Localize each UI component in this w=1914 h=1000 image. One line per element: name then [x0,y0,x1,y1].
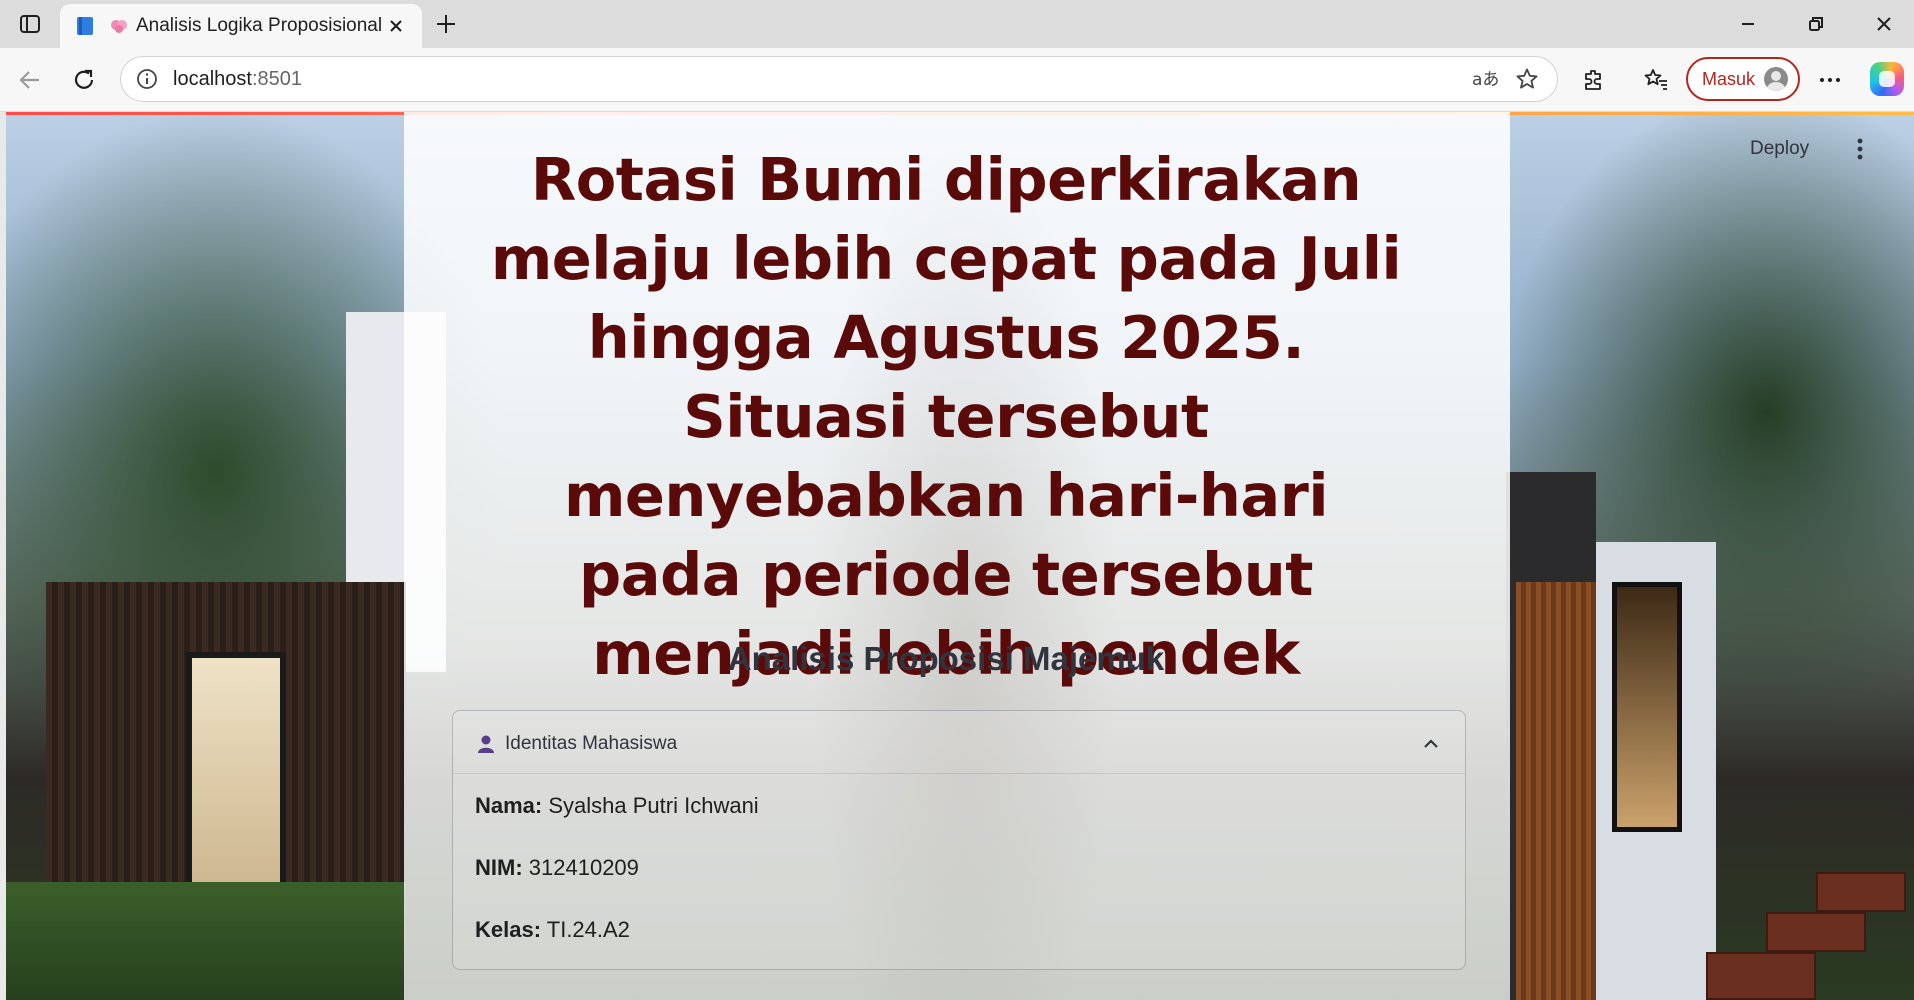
minimize-icon[interactable] [1734,10,1762,38]
identity-expander: Identitas Mahasiswa Nama: Syalsha Putri … [452,710,1466,970]
favorite-star-icon[interactable] [1511,63,1543,95]
url-text: localhost:8501 [173,68,1459,91]
page-title: Rotasi Bumi diperkirakan melaju lebih ce… [490,145,1402,688]
extensions-icon[interactable] [1578,64,1610,96]
url-field[interactable]: localhost:8501 aあ [120,56,1558,102]
reload-icon[interactable] [68,64,100,96]
field-key: Kelas: [475,917,542,942]
background-planter [1816,872,1906,912]
tab-bar: Analisis Logika Proposisional [0,0,1914,48]
field-value: Syalsha Putri Ichwani [548,793,759,818]
new-tab-icon[interactable] [432,10,460,38]
deploy-button[interactable]: Deploy [1750,138,1809,160]
svg-text:aあ: aあ [1472,70,1499,90]
expander-header[interactable]: Identitas Mahasiswa [475,729,1443,759]
background-planter [1766,912,1866,952]
close-window-icon[interactable] [1870,10,1898,38]
page-viewport: Deploy Rotasi Bumi diperkirakan melaju l… [6,112,1914,1000]
close-tab-icon[interactable] [384,14,408,38]
background-house-door [186,652,286,892]
field-value: 312410209 [528,855,639,880]
field-key: Nama: [475,793,543,818]
background-house-right-wood [1516,582,1596,1000]
address-bar: localhost:8501 aあ Masuk [0,48,1914,112]
restore-icon[interactable] [1802,10,1830,38]
copilot-icon[interactable] [1870,62,1904,96]
signin-button[interactable]: Masuk [1686,57,1800,101]
favorites-icon[interactable] [1640,64,1672,96]
background-house-right-window [1612,582,1682,832]
field-nim: NIM: 312410209 [475,855,639,881]
site-info-icon[interactable] [135,67,159,91]
field-nama: Nama: Syalsha Putri Ichwani [475,793,759,819]
field-value: TI.24.A2 [546,917,630,942]
section-subheading: Analisis Proposisi Majemuk [727,640,1165,677]
book-icon [74,15,96,37]
background-planter [1706,952,1816,1000]
signin-label: Masuk [1702,68,1756,89]
browser-tab[interactable]: Analisis Logika Proposisional [60,4,422,48]
chevron-up-icon[interactable] [1419,732,1443,756]
background-lawn [6,882,406,1000]
read-aloud-icon[interactable]: aあ [1469,63,1501,95]
url-host: localhost [173,67,252,90]
expander-label: Identitas Mahasiswa [505,733,678,754]
main-menu-icon[interactable] [1848,134,1872,164]
field-key: NIM: [475,855,523,880]
brain-icon [110,17,128,35]
field-kelas: Kelas: TI.24.A2 [475,917,630,943]
back-icon[interactable] [14,64,46,96]
sidebar-toggle-icon[interactable] [16,10,44,38]
tab-title: Analisis Logika Proposisional [136,15,383,36]
expander-divider [453,773,1465,774]
url-port: :8501 [251,67,302,90]
profile-avatar-icon [1764,67,1788,91]
person-icon [475,733,497,755]
more-options-icon[interactable] [1814,64,1846,96]
